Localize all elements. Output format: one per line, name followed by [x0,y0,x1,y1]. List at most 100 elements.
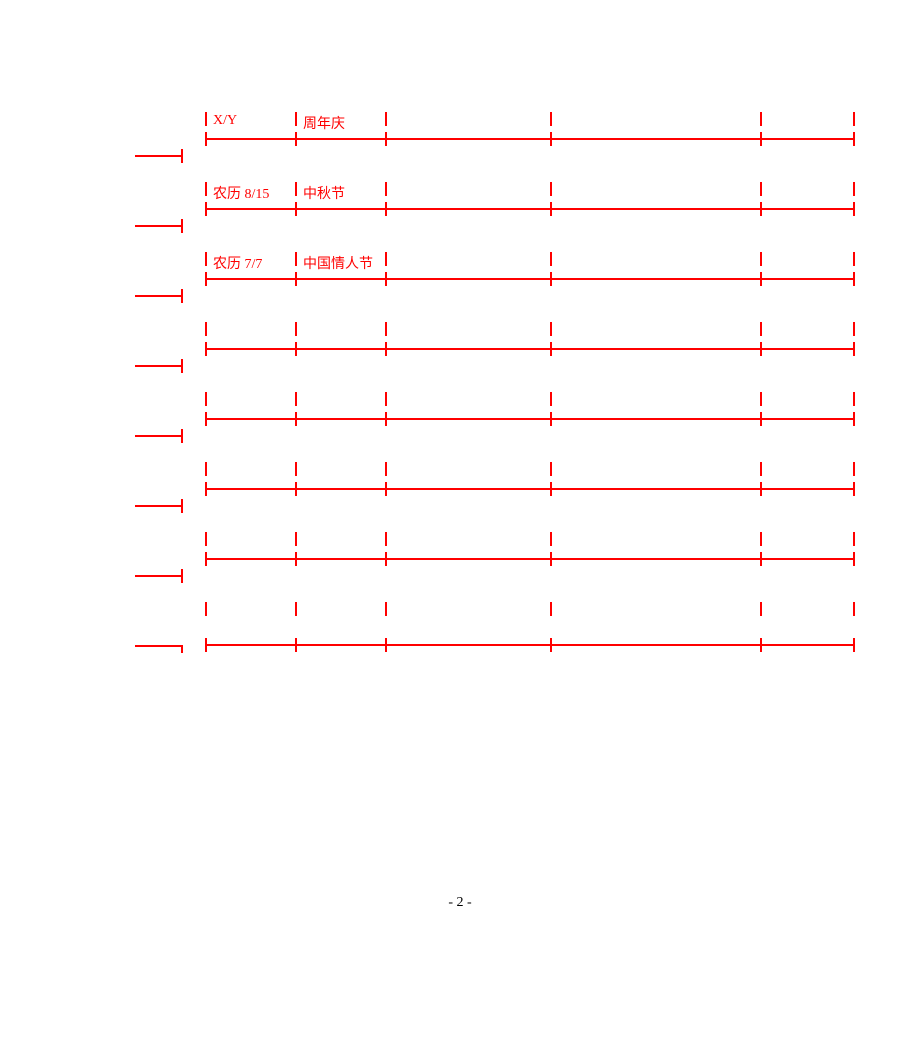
tick-mark [385,532,387,546]
tick-mark [550,482,552,496]
tick-mark [385,392,387,406]
table-cell: 农历 8/15 [213,183,269,203]
tick-mark [760,342,762,356]
tick-mark [853,182,855,196]
tick-mark [760,252,762,266]
tick-mark [295,638,297,652]
tick-mark [205,252,207,266]
page-number: - 2 - [0,895,920,911]
tick-mark [385,482,387,496]
tick-mark [760,532,762,546]
tick-mark [295,252,297,266]
row-baseline [205,418,855,420]
tick-mark [760,552,762,566]
table-row [205,460,855,530]
table-cell: X/Y [213,113,237,129]
tick-mark [295,202,297,216]
tick-mark [295,602,297,616]
left-mark [135,435,183,505]
tick-mark [853,482,855,496]
tick-mark [760,638,762,652]
tick-mark [550,202,552,216]
row-baseline [205,138,855,140]
tick-mark [550,252,552,266]
tick-mark [385,112,387,126]
table-cell: 中国情人节 [303,253,373,273]
tick-mark [205,112,207,126]
tick-mark [295,552,297,566]
tick-mark [853,638,855,652]
document-page: X/Y 周年庆农历 8/15 中秋节农历 7/7中国情人节 - 2 - [0,0,920,1039]
left-mark [135,505,183,575]
left-margin-marks [135,155,183,715]
tick-mark [853,412,855,426]
table-row [205,320,855,390]
tick-mark [205,552,207,566]
tick-mark [760,412,762,426]
row-baseline [205,488,855,490]
tick-mark [385,182,387,196]
tick-mark [295,132,297,146]
table-row [205,390,855,460]
tick-mark [385,462,387,476]
tick-mark [205,412,207,426]
tick-mark [853,202,855,216]
tick-mark [853,532,855,546]
tick-mark [550,342,552,356]
tick-mark [550,552,552,566]
tick-mark [295,482,297,496]
row-baseline [205,208,855,210]
tick-mark [760,202,762,216]
tick-mark [205,638,207,652]
tick-mark [385,602,387,616]
tick-mark [760,462,762,476]
tick-mark [205,532,207,546]
left-mark [135,155,183,225]
tick-mark [550,112,552,126]
tick-mark [205,462,207,476]
tick-mark [295,412,297,426]
tick-mark [550,392,552,406]
tick-mark [853,392,855,406]
tick-mark [295,342,297,356]
row-baseline [205,644,855,646]
tick-mark [205,132,207,146]
tick-mark [853,462,855,476]
table-cell: 中秋节 [303,183,345,203]
left-mark [135,225,183,295]
tick-mark [853,252,855,266]
tick-mark [760,132,762,146]
tick-mark [205,202,207,216]
tick-mark [385,638,387,652]
table-row [205,530,855,600]
tick-mark [550,182,552,196]
row-baseline [205,348,855,350]
tick-mark [760,112,762,126]
tick-mark [550,638,552,652]
tick-mark [853,322,855,336]
tick-mark [385,552,387,566]
tick-mark [853,272,855,286]
tick-mark [205,342,207,356]
tick-mark [760,482,762,496]
tick-mark [550,412,552,426]
left-mark [135,295,183,365]
tick-mark [760,272,762,286]
tick-mark [853,132,855,146]
tick-mark [550,462,552,476]
table-row: X/Y 周年庆 [205,110,855,180]
tick-mark [760,392,762,406]
tick-mark [853,112,855,126]
tick-mark [550,132,552,146]
tick-mark [550,532,552,546]
tick-mark [550,322,552,336]
tick-mark [385,202,387,216]
tick-mark [853,342,855,356]
tick-mark [760,182,762,196]
table-cell: 周年庆 [303,113,345,133]
table-row: 农历 7/7中国情人节 [205,250,855,320]
tick-mark [385,342,387,356]
tick-mark [205,322,207,336]
tick-mark [295,532,297,546]
left-mark [135,575,183,645]
